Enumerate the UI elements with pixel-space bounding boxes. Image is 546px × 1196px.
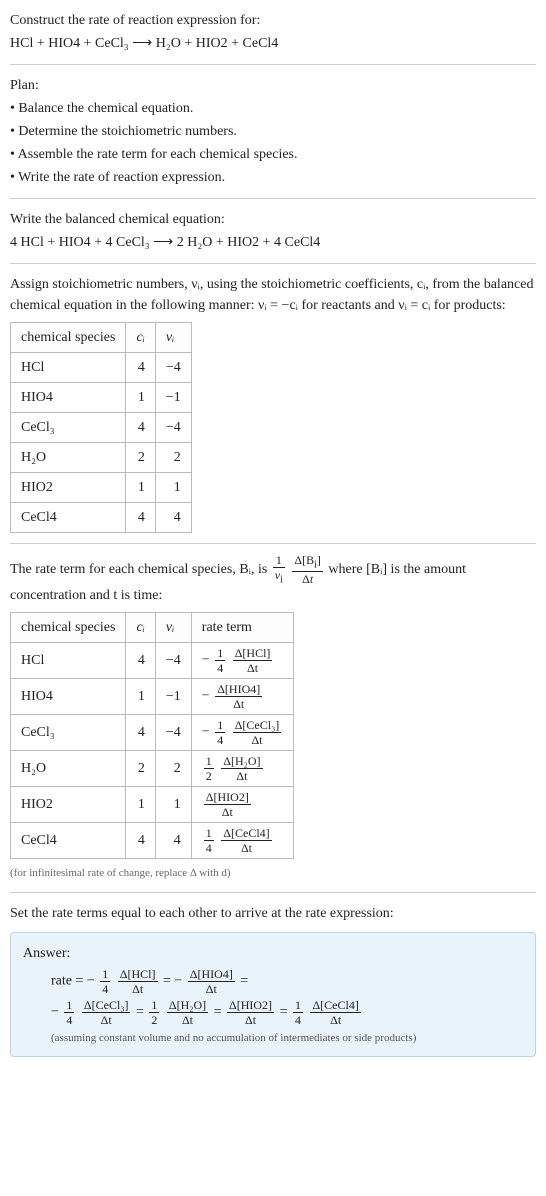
col-rateterm: rate term [191,613,293,643]
cell-vi: 4 [155,823,191,859]
cell-ci: 4 [126,823,155,859]
table-row: HCl4−4 [11,353,192,383]
cell-species: HIO4 [11,679,126,715]
cell-vi: −1 [155,383,191,413]
col-vi: νᵢ [155,323,191,353]
divider [10,263,536,264]
plan-item: • Determine the stoichiometric numbers. [10,121,536,142]
cell-species: HIO2 [11,473,126,503]
cell-vi: 2 [155,443,191,473]
balanced-equation: 4 HCl + HIO4 + 4 CeCl₃ ⟶ 2 H₂O + HIO2 + … [10,232,536,253]
table-row: HIO211Δ[HIO2]Δt [11,787,294,823]
table-row: HIO41−1 [11,383,192,413]
cell-rateterm: − Δ[HIO4]Δt [191,679,293,715]
cell-species: CeCl₃ [11,715,126,751]
cell-vi: 2 [155,751,191,787]
rateterm-table: chemical species cᵢ νᵢ rate term HCl4−4−… [10,612,294,859]
cell-ci: 2 [126,751,155,787]
cell-vi: 1 [155,787,191,823]
cell-species: HIO4 [11,383,126,413]
divider [10,198,536,199]
intro-title: Construct the rate of reaction expressio… [10,10,536,31]
divider [10,543,536,544]
stoich-table: chemical species cᵢ νᵢ HCl4−4HIO41−1CeCl… [10,322,192,533]
cell-species: H₂O [11,751,126,787]
cell-vi: −1 [155,679,191,715]
answer-note: (assuming constant volume and no accumul… [51,1030,523,1047]
cell-vi: −4 [155,715,191,751]
cell-species: H₂O [11,443,126,473]
table-row: H₂O2212 Δ[H₂O]Δt [11,751,294,787]
table-row: HCl4−4− 14 Δ[HCl]Δt [11,643,294,679]
table-row: HIO211 [11,473,192,503]
col-species: chemical species [11,323,126,353]
cell-ci: 1 [126,473,155,503]
cell-rateterm: Δ[HIO2]Δt [191,787,293,823]
plan-item: • Write the rate of reaction expression. [10,167,536,188]
cell-vi: −4 [155,413,191,443]
table-row: HIO41−1− Δ[HIO4]Δt [11,679,294,715]
balanced-title: Write the balanced chemical equation: [10,209,536,230]
table-row: CeCl444 [11,503,192,533]
cell-species: CeCl4 [11,823,126,859]
col-ci: cᵢ [126,613,155,643]
cell-ci: 2 [126,443,155,473]
divider [10,892,536,893]
table2-note: (for infinitesimal rate of change, repla… [10,865,536,882]
cell-ci: 4 [126,413,155,443]
cell-ci: 1 [126,787,155,823]
cell-ci: 4 [126,715,155,751]
plan-item: • Assemble the rate term for each chemic… [10,144,536,165]
cell-species: HCl [11,353,126,383]
cell-ci: 1 [126,679,155,715]
answer-label: Answer: [23,943,523,964]
cell-vi: 4 [155,503,191,533]
cell-species: HIO2 [11,787,126,823]
cell-ci: 4 [126,643,155,679]
cell-ci: 1 [126,383,155,413]
col-ci: cᵢ [126,323,155,353]
table-row: CeCl₃4−4− 14 Δ[CeCl₃]Δt [11,715,294,751]
cell-vi: −4 [155,353,191,383]
frac-dBi-dt: Δ[Bi]Δt [292,554,323,585]
cell-rateterm: 12 Δ[H₂O]Δt [191,751,293,787]
table-row: CeCl₃4−4 [11,413,192,443]
frac-one-over-nu: 1νi [273,554,285,585]
col-species: chemical species [11,613,126,643]
cell-species: CeCl4 [11,503,126,533]
cell-rateterm: − 14 Δ[CeCl₃]Δt [191,715,293,751]
intro-equation: HCl + HIO4 + CeCl₃ ⟶ H₂O + HIO2 + CeCl4 [10,33,536,54]
stoich-intro: Assign stoichiometric numbers, νᵢ, using… [10,274,536,316]
rateterm-intro: The rate term for each chemical species,… [10,554,536,606]
table-row: CeCl44414 Δ[CeCl4]Δt [11,823,294,859]
rate-expression: rate = − 14 Δ[HCl]Δt = − Δ[HIO4]Δt = − 1… [51,968,523,1026]
plan-item: • Balance the chemical equation. [10,98,536,119]
cell-vi: 1 [155,473,191,503]
cell-rateterm: 14 Δ[CeCl4]Δt [191,823,293,859]
answer-box: Answer: rate = − 14 Δ[HCl]Δt = − Δ[HIO4]… [10,932,536,1058]
plan-title: Plan: [10,75,536,96]
final-intro: Set the rate terms equal to each other t… [10,903,536,924]
cell-ci: 4 [126,503,155,533]
cell-ci: 4 [126,353,155,383]
cell-species: HCl [11,643,126,679]
cell-vi: −4 [155,643,191,679]
divider [10,64,536,65]
cell-rateterm: − 14 Δ[HCl]Δt [191,643,293,679]
col-vi: νᵢ [155,613,191,643]
cell-species: CeCl₃ [11,413,126,443]
table-row: H₂O22 [11,443,192,473]
